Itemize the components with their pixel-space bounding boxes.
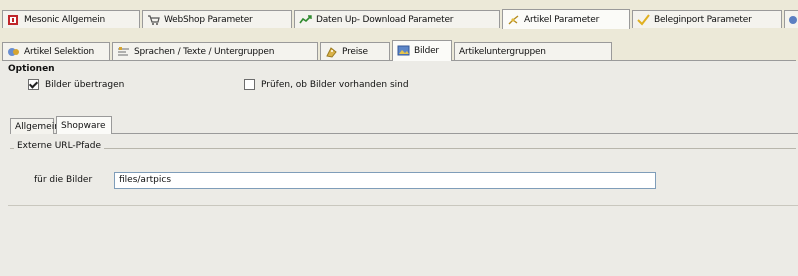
- price-icon: [325, 46, 338, 58]
- tab-label: Artikel Selektion: [24, 46, 95, 57]
- tab-label: Bilder: [414, 46, 439, 56]
- tab-daten-up-download[interactable]: Daten Up- Download Parameter: [294, 10, 500, 28]
- tab-webshop-parameter[interactable]: WebShop Parameter: [142, 10, 292, 28]
- tab-label: Preise: [342, 46, 368, 57]
- images-path-label: für die Bilder: [34, 175, 93, 185]
- checkbox-box[interactable]: [28, 79, 39, 90]
- tab-allgemein[interactable]: Allgemein: [10, 118, 60, 134]
- tab-label: Sprachen / Texte / Untergruppen: [134, 46, 275, 57]
- divider: [8, 205, 798, 206]
- tab-beleginport-parameter[interactable]: Beleginport Parameter: [632, 10, 782, 28]
- tab-artikel-selektion[interactable]: Artikel Selektion: [2, 42, 110, 60]
- tab-sprachen-texte[interactable]: Sprachen / Texte / Untergruppen: [112, 42, 318, 60]
- tab-shopware[interactable]: Shopware: [56, 116, 112, 134]
- sub-tab-bar: Artikel Selektion Sprachen / Texte / Unt…: [2, 38, 796, 61]
- tab-artikeluntergruppen[interactable]: Artikeluntergruppen: [454, 42, 612, 60]
- tab-preise[interactable]: Preise: [320, 42, 390, 60]
- tab-artikel-parameter[interactable]: Artikel Parameter: [502, 9, 630, 29]
- selection-icon: [7, 46, 20, 58]
- tab-mesonic-allgemein[interactable]: Mesonic Allgemein: [2, 10, 140, 28]
- tab-label: Daten Up- Download Parameter: [316, 14, 454, 25]
- transfer-icon: [299, 14, 312, 26]
- url-group-title: Externe URL-Pfade: [14, 141, 105, 151]
- tab-label: Shopware: [61, 120, 106, 131]
- tab-bilder[interactable]: Bilder: [392, 40, 452, 61]
- image-icon: [397, 45, 410, 57]
- tab-label: Beleginport Parameter: [654, 14, 752, 25]
- transfer-images-checkbox[interactable]: Bilder übertragen: [28, 79, 124, 90]
- check-images-label: Prüfen, ob Bilder vorhanden sind: [261, 79, 409, 90]
- checkbox-box[interactable]: [244, 79, 255, 90]
- article-icon: [507, 14, 520, 26]
- mesonic-icon: [7, 14, 20, 26]
- options-title: Optionen: [8, 64, 55, 74]
- tab-label: Allgemein: [15, 121, 60, 132]
- tab-label: Artikel Parameter: [524, 14, 600, 25]
- main-tab-bar: Mesonic Allgemein WebShop Parameter Date…: [0, 0, 798, 36]
- inner-tab-bar: Allgemein Shopware: [10, 115, 798, 134]
- transfer-images-label: Bilder übertragen: [45, 79, 125, 90]
- tab-label: Artikeluntergruppen: [459, 46, 546, 57]
- check-images-checkbox[interactable]: Prüfen, ob Bilder vorhanden sind: [244, 79, 409, 90]
- images-path-input[interactable]: files/artpics: [114, 172, 656, 189]
- tab-label: WebShop Parameter: [164, 14, 253, 25]
- tab-label: Mesonic Allgemein: [24, 14, 106, 25]
- text-icon: [117, 46, 130, 58]
- tab-overflow[interactable]: [784, 10, 798, 28]
- cart-icon: [147, 14, 160, 26]
- overflow-icon: [787, 14, 798, 26]
- check-icon: [637, 13, 650, 26]
